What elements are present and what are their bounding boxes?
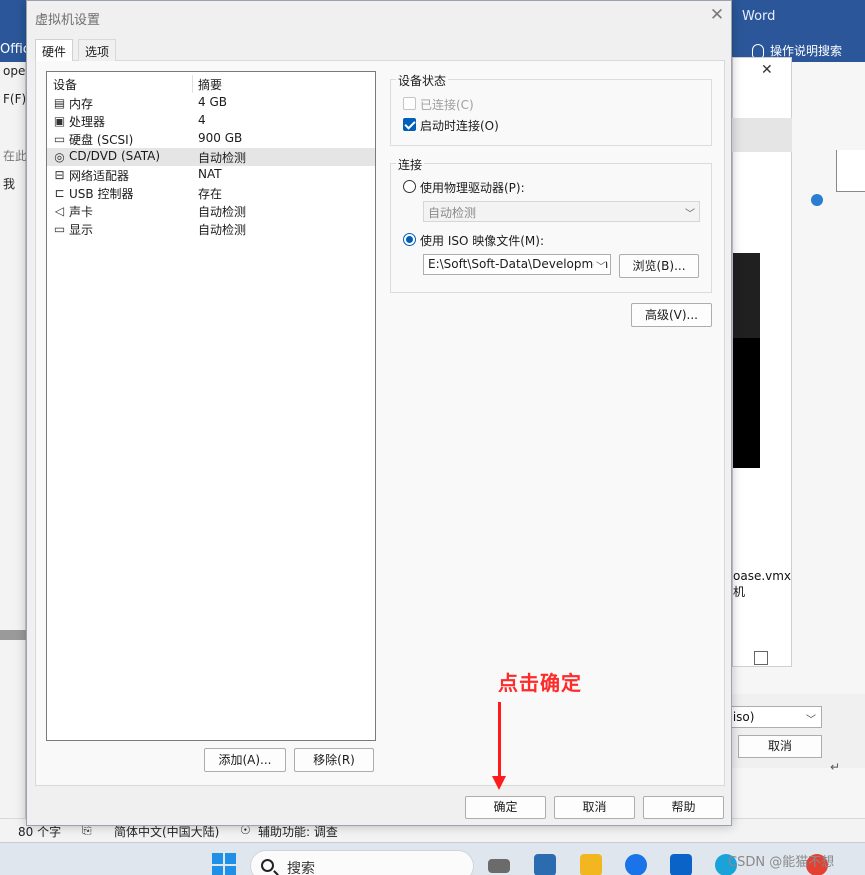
vm-settings-dialog: 虚拟机设置 ✕ 硬件 选项 设备 摘要 ▤ 内存 4 GB ▣ 处理器 4 ▭ … (26, 0, 732, 826)
connect-on-start-label: 启动时连接(O) (420, 119, 499, 133)
tab-strip: 硬件 选项 (35, 39, 725, 62)
task-view-icon[interactable] (488, 859, 510, 873)
windows-start-icon[interactable] (212, 853, 236, 875)
remove-device-button[interactable]: 移除(R) (294, 748, 374, 772)
device-row-hard-disk[interactable]: ▭ 硬盘 (SCSI) 900 GB (47, 130, 375, 148)
background-panel (836, 150, 865, 192)
processor-icon: ▣ (53, 114, 66, 128)
taskbar-search[interactable]: 搜索 (250, 850, 474, 875)
iso-image-label: 使用 ISO 映像文件(M): (420, 234, 544, 248)
chevron-down-icon: ﹀ (806, 715, 816, 726)
background-file-text: oase.vmx 机 (733, 569, 792, 599)
paragraph-mark-icon: ↵ (830, 760, 841, 774)
connected-checkbox[interactable] (403, 97, 416, 110)
help-button[interactable]: 帮助 (643, 796, 724, 819)
word-left-fragment: 在此 (3, 149, 27, 163)
outlook-icon[interactable] (670, 854, 692, 875)
device-row-processor[interactable]: ▣ 处理器 4 (47, 112, 375, 130)
store-icon[interactable] (534, 854, 556, 875)
physical-drive-select[interactable]: 自动检测 ﹀ (423, 201, 700, 222)
ok-button[interactable]: 确定 (465, 796, 546, 819)
close-icon[interactable]: ✕ (707, 5, 727, 25)
annotation-arrow (498, 702, 501, 778)
network-adapter-icon: ⊟ (54, 168, 65, 182)
device-summary: 自动检测 (198, 205, 247, 219)
device-summary: 自动检测 (198, 151, 247, 165)
device-summary: 存在 (198, 187, 223, 201)
word-left-scroll (0, 630, 26, 640)
close-icon[interactable]: ✕ (761, 62, 773, 78)
arrow-down-icon (492, 776, 506, 790)
column-device[interactable]: 设备 (53, 76, 77, 93)
page-icon (754, 651, 768, 665)
background-cancel-button[interactable]: 取消 (738, 735, 822, 758)
dialog-title: 虚拟机设置 (35, 13, 101, 28)
scroll-indicator-icon (811, 194, 823, 206)
advanced-button[interactable]: 高级(V)... (631, 303, 712, 327)
device-name: 声卡 (69, 205, 94, 219)
device-list[interactable]: 设备 摘要 ▤ 内存 4 GB ▣ 处理器 4 ▭ 硬盘 (SCSI) 900 … (46, 71, 376, 741)
device-name: 处理器 (69, 115, 106, 129)
search-icon (261, 859, 274, 872)
tab-hardware[interactable]: 硬件 (35, 39, 74, 62)
iso-image-radio[interactable] (403, 233, 416, 246)
device-row-sound-card[interactable]: ◁ 声卡 自动检测 (47, 202, 375, 220)
device-row-memory[interactable]: ▤ 内存 4 GB (47, 94, 375, 112)
browse-button[interactable]: 浏览(B)... (619, 254, 699, 278)
device-row-display[interactable]: ▭ 显示 自动检测 (47, 220, 375, 238)
clock-app-icon[interactable] (625, 854, 647, 875)
sound-card-icon: ◁ (54, 204, 65, 218)
device-name: CD/DVD (SATA) (69, 149, 161, 163)
csdn-watermark: CSDN @能猫不想 (728, 855, 835, 870)
chevron-down-icon: ﹀ (594, 258, 606, 273)
lightbulb-icon (752, 43, 764, 58)
device-name: 网络适配器 (69, 169, 130, 183)
display-icon: ▭ (53, 222, 66, 236)
taskbar-search-placeholder: 搜索 (287, 861, 315, 875)
background-image (733, 253, 760, 468)
memory-icon: ▤ (53, 96, 66, 110)
device-status-title: 设备状态 (396, 72, 449, 89)
annotation-text: 点击确定 (498, 671, 582, 695)
device-row-usb-controller[interactable]: ⊏ USB 控制器 存在 (47, 184, 375, 202)
background-toolbar (732, 118, 792, 152)
physical-drive-radio[interactable] (403, 180, 416, 193)
word-app-title: Word (742, 9, 776, 24)
tab-options[interactable]: 选项 (78, 39, 117, 61)
connect-on-start-checkbox[interactable] (403, 118, 416, 131)
word-left-pane: ope F(F) 在此 我 (0, 62, 27, 842)
hard-disk-icon: ▭ (53, 132, 66, 146)
device-summary: 自动检测 (198, 223, 247, 237)
device-row-cd-dvd[interactable]: ◎ CD/DVD (SATA) 自动检测 (47, 148, 375, 166)
physical-drive-label: 使用物理驱动器(P): (420, 181, 525, 195)
device-name: 内存 (69, 97, 94, 111)
cancel-button[interactable]: 取消 (554, 796, 635, 819)
word-left-fragment: ope (3, 64, 26, 78)
device-name: 显示 (69, 223, 94, 237)
background-file-type-combo[interactable]: .iso) ﹀ (722, 706, 822, 728)
word-left-fragment: F(F) (3, 92, 27, 106)
iso-path-combo[interactable]: E:\Soft\Soft-Data\Developmen ﹀ (423, 254, 611, 275)
device-summary: NAT (198, 167, 222, 181)
column-summary[interactable]: 摘要 (198, 76, 222, 93)
word-left-fragment: 我 (3, 177, 16, 191)
usb-controller-icon: ⊏ (54, 186, 65, 200)
connection-title: 连接 (396, 156, 425, 173)
add-device-button[interactable]: 添加(A)... (204, 748, 286, 772)
device-summary: 900 GB (198, 131, 243, 145)
device-list-header: 设备 摘要 (47, 75, 375, 93)
connected-label: 已连接(C) (420, 98, 474, 112)
device-summary: 4 GB (198, 95, 227, 109)
device-name: USB 控制器 (69, 187, 134, 201)
device-summary: 4 (198, 113, 206, 127)
device-row-network-adapter[interactable]: ⊟ 网络适配器 NAT (47, 166, 375, 184)
cd-dvd-icon: ◎ (54, 150, 65, 164)
chevron-down-icon: ﹀ (685, 209, 695, 220)
file-explorer-icon[interactable] (580, 854, 602, 875)
device-name: 硬盘 (SCSI) (69, 133, 134, 147)
